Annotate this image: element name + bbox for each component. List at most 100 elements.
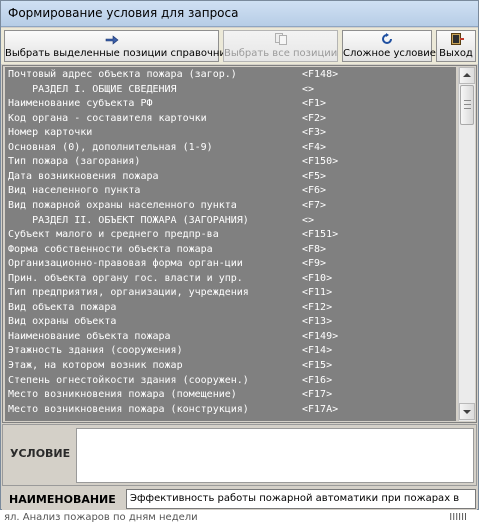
list-item-code: <F4> (302, 141, 327, 153)
list-item-code: <F7> (302, 199, 327, 211)
list-item[interactable]: Дата возникновения пожара <F5> (8, 170, 326, 184)
list-item[interactable]: Место возникновения пожара (помещение) <F… (8, 388, 332, 402)
field-list-panel: Почтовый адрес объекта пожара (загор.) <F… (2, 65, 477, 423)
condition-panel: УСЛОВИЕ (2, 424, 477, 486)
list-item-code: <F10> (302, 272, 333, 284)
list-item-text: Этажность здания (сооружения) (8, 345, 183, 357)
list-item[interactable]: Тип предприятия, организации, учреждения… (8, 286, 332, 300)
list-item[interactable]: Основная (0), дополнительная (1-9) <F4> (8, 141, 326, 155)
list-item[interactable]: Почтовый адрес объекта пожара (загор.) <F… (8, 68, 338, 82)
list-item-code: <F150> (302, 156, 339, 168)
list-item-text: Место возникновения пожара (помещение) (8, 389, 237, 401)
list-item[interactable]: Этажность здания (сооружения) <F14> (8, 344, 332, 358)
list-item-code: <F2> (302, 112, 327, 124)
select-highlighted-button[interactable]: Выбрать выделенные позиции справочника (4, 30, 239, 62)
list-item[interactable]: Код органа - составителя карточки <F2> (8, 112, 326, 126)
list-item-code: <F16> (302, 374, 333, 386)
list-item-text: Степень огнестойкости здания (сооружен.) (8, 374, 249, 386)
scroll-down-button[interactable] (459, 403, 475, 420)
condition-label: УСЛОВИЕ (10, 447, 71, 460)
list-item-text: Этаж, на котором возник пожар (8, 360, 183, 371)
arrow-down-icon (463, 410, 471, 414)
list-item-code: <F1> (302, 98, 327, 110)
list-item-code: <> (302, 83, 315, 95)
list-item-text: Вид пожарной охраны населенного пункта (8, 199, 237, 211)
list-item[interactable]: Номер карточки <F3> (8, 126, 326, 140)
list-item-text: Основная (0), дополнительная (1-9) (8, 141, 213, 153)
condition-textarea[interactable] (76, 428, 474, 483)
list-item-code: <F5> (302, 170, 327, 182)
list-item-text: Почтовый адрес объекта пожара (загор.) (8, 69, 237, 80)
list-item-text: Организационно-правовая форма орган-ции (8, 258, 243, 270)
list-item-text: Тип предприятия, организации, учреждения (8, 287, 249, 299)
list-item-text: РАЗДЕЛ I. ОБЩИЕ СВЕДЕНИЯ (8, 83, 177, 95)
field-list[interactable]: Почтовый адрес объекта пожара (загор.) <F… (5, 67, 456, 421)
complex-condition-label: Сложное условие (343, 48, 436, 59)
list-item-code: <F3> (302, 127, 327, 139)
background-text: ял. Анализ пожаров по дням недели (4, 512, 198, 523)
refresh-arrow-icon (343, 33, 431, 45)
name-label: НАИМЕНОВАНИЕ (9, 493, 116, 506)
name-input[interactable]: Эффективность работы пожарной автоматики… (126, 489, 476, 509)
title-bar[interactable]: Формирование условия для запроса (1, 1, 478, 27)
list-item-code: <F14> (302, 345, 333, 357)
list-item-text: Субъект малого и среднего предпр-ва (8, 229, 219, 241)
list-item-text: Вид охраны объекта (8, 316, 117, 328)
list-item-code: <F17> (302, 389, 333, 401)
select-all-label: Выбрать все позиции (224, 48, 338, 59)
list-item-code: <F17A> (302, 403, 339, 415)
list-item[interactable]: Вид объекта пожара <F12> (8, 301, 332, 315)
arrow-up-icon (463, 73, 471, 77)
list-item-code: <F15> (302, 360, 333, 371)
list-item[interactable]: Наименование субъекта РФ <F1> (8, 97, 326, 111)
background-window-strip: ял. Анализ пожаров по дням недели IIIIII (0, 510, 479, 525)
list-item[interactable]: РАЗДЕЛ II. ОБЪЕКТ ПОЖАРА (ЗАГОРАНИЯ) <> (8, 214, 314, 228)
list-item[interactable]: Форма собственности объекта пожара <F8> (8, 243, 326, 257)
list-item-text: Форма собственности объекта пожара (8, 243, 213, 255)
list-item[interactable]: Вид пожарной охраны населенного пункта <F… (8, 199, 326, 213)
list-item[interactable]: Вид охраны объекта <F13> (8, 315, 332, 329)
list-item-text: Наименование субъекта РФ (8, 98, 153, 110)
list-item[interactable]: Организационно-правовая форма орган-ции <… (8, 257, 326, 271)
list-item-code: <F149> (302, 330, 339, 342)
list-item[interactable]: Наименование объекта пожара <F149> (8, 330, 338, 344)
list-item-text: Место возникновения пожара (конструкция) (8, 403, 249, 415)
list-item-code: <F8> (302, 243, 327, 255)
select-highlighted-label: Выбрать выделенные позиции справочника (5, 48, 239, 59)
list-item-text: РАЗДЕЛ II. ОБЪЕКТ ПОЖАРА (ЗАГОРАНИЯ) (8, 214, 249, 226)
grip-icon (464, 100, 471, 109)
complex-condition-button[interactable]: Сложное условие (342, 30, 436, 62)
list-item-text: Вид объекта пожара (8, 301, 117, 313)
list-item-text: Вид населенного пункта (8, 185, 141, 197)
background-right-text: IIIIII (449, 512, 467, 523)
list-item[interactable]: РАЗДЕЛ I. ОБЩИЕ СВЕДЕНИЯ <> (8, 83, 314, 97)
list-item[interactable]: Вид населенного пункта <F6> (8, 184, 326, 198)
list-item[interactable]: Тип пожара (загорания) <F150> (8, 155, 338, 169)
list-item-code: <F9> (302, 258, 327, 270)
list-item[interactable]: Место возникновения пожара (конструкция)… (8, 403, 338, 417)
query-condition-window: Формирование условия для запроса Выбрать… (0, 0, 479, 511)
list-scrollbar[interactable] (458, 67, 475, 421)
select-all-button[interactable]: Выбрать все позиции (223, 30, 338, 62)
list-item-code: <F12> (302, 301, 333, 313)
list-item[interactable]: Прин. объекта органу гос. власти и упр. <… (8, 272, 332, 286)
toolbar: Выбрать выделенные позиции справочника В… (1, 28, 478, 64)
list-item-text: Код органа - составителя карточки (8, 112, 207, 124)
list-item-text: Дата возникновения пожара (8, 170, 159, 182)
list-item-text: Тип пожара (загорания) (8, 156, 141, 168)
exit-label: Выход (439, 48, 473, 59)
list-item-code: <F6> (302, 185, 327, 197)
list-item-text: Прин. объекта органу гос. власти и упр. (8, 272, 243, 284)
list-item[interactable]: Субъект малого и среднего предпр-ва <F151… (8, 228, 338, 242)
name-panel: НАИМЕНОВАНИЕ Эффективность работы пожарн… (2, 487, 477, 511)
scroll-up-button[interactable] (459, 67, 475, 84)
list-item-code: <F13> (302, 316, 333, 328)
window-title: Формирование условия для запроса (8, 6, 239, 20)
copy-icon (224, 33, 337, 45)
list-item-text: Номер карточки (8, 127, 93, 139)
scrollbar-thumb[interactable] (460, 85, 474, 125)
list-item[interactable]: Степень огнестойкости здания (сооружен.)… (8, 374, 332, 388)
exit-button[interactable]: Выход (436, 30, 476, 62)
list-item-code: <F151> (302, 229, 339, 241)
list-item[interactable]: Этаж, на котором возник пожар <F15> (8, 359, 332, 373)
